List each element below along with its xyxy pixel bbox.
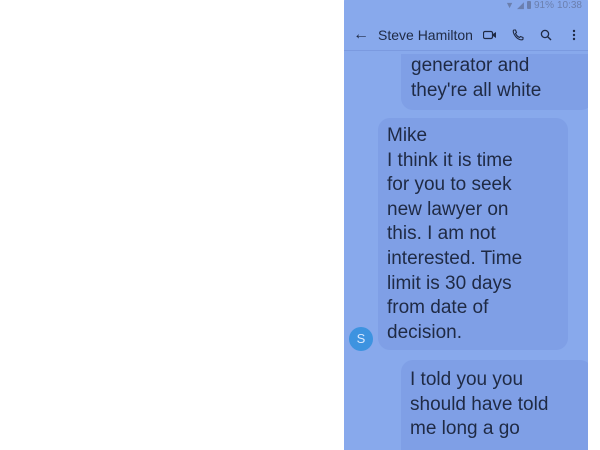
- app-bar: ← Steve Hamilton: [344, 20, 588, 51]
- avatar[interactable]: S: [349, 327, 373, 351]
- video-call-icon[interactable]: [476, 30, 504, 40]
- status-bar: ▼ ◢ 91% 10:38: [344, 0, 588, 11]
- search-icon[interactable]: [532, 29, 560, 41]
- message-bubble[interactable]: Mike I think it is time for you to seek …: [378, 118, 568, 350]
- battery-percent: 91%: [533, 0, 554, 11]
- message-bubble[interactable]: generator and they're all white: [401, 54, 588, 110]
- more-vert-icon[interactable]: [560, 29, 588, 41]
- phone-screen: ▼ ◢ 91% 10:38 ← Steve Hamilton generator…: [344, 0, 588, 450]
- signal-icon: ◢: [517, 0, 524, 10]
- clock: 10:38: [556, 0, 582, 11]
- message-bubble[interactable]: I told you you should have told me long …: [401, 360, 588, 450]
- wifi-icon: ▼: [505, 0, 515, 10]
- arrow-left-icon[interactable]: ←: [344, 26, 378, 44]
- phone-icon[interactable]: [504, 29, 532, 41]
- contact-name: Steve Hamilton: [378, 27, 473, 43]
- battery-icon: [526, 1, 531, 9]
